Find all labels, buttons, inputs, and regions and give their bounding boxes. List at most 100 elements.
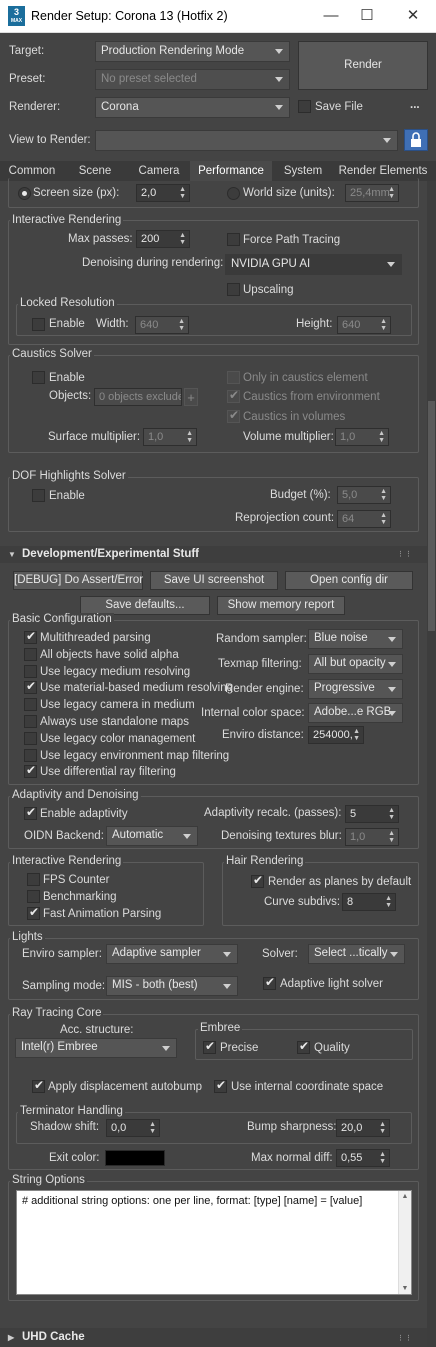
render-engine-dropdown[interactable]: Progressive [308, 679, 403, 699]
enable-adaptivity-checkbox[interactable] [24, 805, 37, 820]
width-spinner[interactable]: 640 ▲ ▼ [135, 316, 189, 334]
upscaling-checkbox[interactable] [227, 283, 240, 296]
height-spinner[interactable]: 640 ▲ ▼ [337, 316, 391, 334]
scrollbar[interactable] [427, 181, 436, 1347]
basic-config-checkbox[interactable] [24, 647, 37, 661]
chevron-down-icon [388, 637, 396, 642]
adaptivity-recalc-label: Adaptivity recalc. (passes): [204, 807, 342, 819]
renderer-label: Renderer: [9, 101, 61, 113]
force-path-tracing-checkbox[interactable] [227, 233, 240, 246]
exit-color-swatch[interactable] [105, 1150, 165, 1166]
basic-config-checkbox[interactable] [24, 664, 37, 678]
caustics-environment-label: Caustics from environment [243, 391, 380, 403]
render-button[interactable]: Render [298, 41, 428, 90]
chevron-down-icon [275, 49, 283, 54]
chevron-down-icon [388, 662, 396, 667]
random-sampler-dropdown[interactable]: Blue noise [308, 629, 403, 649]
renderer-dropdown[interactable]: Corona [95, 97, 290, 118]
adaptive-light-solver-checkbox[interactable] [263, 975, 276, 990]
surface-multiplier-spinner[interactable]: 1,0 ▲ ▼ [143, 428, 197, 446]
screen-size-spinner[interactable]: 2,0 ▲ ▼ [136, 184, 190, 202]
locked-resolution-enable-checkbox[interactable] [32, 318, 45, 331]
sampling-mode-dropdown[interactable]: MIS - both (best) [106, 976, 238, 996]
basic-config-checkbox[interactable] [24, 715, 37, 728]
internal-coord-checkbox[interactable] [214, 1078, 227, 1093]
save-file-checkbox[interactable] [298, 100, 311, 113]
open-config-dir-button[interactable]: Open config dir [285, 571, 413, 590]
fps-counter-checkbox[interactable] [27, 873, 40, 886]
apply-displacement-checkbox[interactable] [32, 1078, 45, 1093]
string-options-textarea[interactable]: # additional string options: one per lin… [16, 1190, 412, 1295]
max-passes-spinner[interactable]: 200 ▲ ▼ [136, 230, 190, 248]
basic-config-checkbox[interactable] [24, 698, 37, 712]
denoising-blur-label: Denoising textures blur: [221, 830, 342, 842]
bump-sharpness-spinner[interactable]: 20,0 ▲ ▼ [336, 1119, 390, 1137]
world-size-spinner[interactable]: 25,4mm ▲ ▼ [345, 184, 399, 202]
show-memory-report-button[interactable]: Show memory report [217, 596, 345, 615]
curve-subdivs-spinner[interactable]: 8 ▲ ▼ [342, 893, 396, 911]
texmap-filtering-dropdown[interactable]: All but opacity [308, 654, 403, 674]
acc-structure-dropdown[interactable]: Intel(r) Embree [15, 1038, 177, 1058]
basic-config-checkbox[interactable] [24, 629, 37, 644]
world-size-radio[interactable] [227, 187, 240, 200]
basic-config-checkbox[interactable] [24, 731, 37, 745]
ray-tracing-core-title: Ray Tracing Core [10, 1007, 104, 1019]
volume-multiplier-spinner[interactable]: 1,0 ▲ ▼ [335, 428, 389, 446]
fast-animation-parsing-checkbox[interactable] [27, 905, 40, 920]
benchmarking-label: Benchmarking [43, 891, 117, 903]
shadow-shift-spinner[interactable]: 0,0 ▲ ▼ [106, 1119, 160, 1137]
enviro-distance-spinner[interactable]: 254000, ▲ ▼ [308, 726, 364, 744]
basic-config-checkbox[interactable] [24, 679, 37, 695]
caustics-volumes-checkbox[interactable] [227, 408, 240, 423]
chevron-down-icon [162, 1046, 170, 1051]
quality-checkbox[interactable] [297, 1039, 310, 1054]
reprojection-count-spinner[interactable]: 64 ▲ ▼ [337, 510, 391, 528]
caustics-environment-checkbox[interactable] [227, 388, 240, 403]
lock-icon[interactable] [404, 129, 428, 151]
target-dropdown[interactable]: Production Rendering Mode [95, 41, 290, 62]
minimize-icon[interactable]: — [316, 5, 346, 27]
dof-enable-checkbox[interactable] [32, 489, 45, 502]
basic-config-checkbox[interactable] [24, 748, 37, 762]
basic-config-label: Multithreaded parsing [40, 632, 151, 644]
objects-excluded-field[interactable]: 0 objects excluded [94, 388, 182, 406]
benchmarking-checkbox[interactable] [27, 890, 40, 903]
development-rollout-header[interactable]: ▼ Development/Experimental Stuff ⋮⋮ [0, 546, 427, 563]
uhd-cache-rollout-header[interactable]: ▶ UHD Cache ⋮⋮ [0, 1328, 427, 1347]
basic-config-checkbox[interactable] [24, 763, 37, 779]
denoising-dropdown[interactable]: NVIDIA GPU AI [225, 254, 402, 275]
terminator-handling-title: Terminator Handling [18, 1105, 125, 1117]
adaptivity-recalc-spinner[interactable]: 5 ▲ ▼ [345, 805, 399, 823]
max-normal-diff-spinner[interactable]: 0,55 ▲ ▼ [336, 1149, 390, 1167]
drag-handle-icon[interactable]: ⋮⋮ [397, 1334, 413, 1342]
preset-dropdown[interactable]: No preset selected [95, 69, 290, 90]
debug-assert-button[interactable]: [DEBUG] Do Assert/Error [13, 571, 143, 590]
basic-config-label: Use legacy environment map filtering [40, 749, 230, 762]
interactive-rendering-dev-title: Interactive Rendering [10, 855, 124, 867]
precise-label: Precise [220, 1042, 259, 1054]
view-to-render-dropdown[interactable] [95, 130, 398, 151]
only-caustics-element-checkbox[interactable] [227, 371, 240, 384]
textarea-scrollbar[interactable]: ▲ ▼ [398, 1191, 411, 1294]
title-bar: 3 MAX Render Setup: Corona 13 (Hotfix 2) … [0, 0, 436, 33]
oidn-backend-dropdown[interactable]: Automatic [106, 826, 198, 846]
scrollbar-thumb[interactable] [428, 401, 435, 631]
caustics-enable-checkbox[interactable] [32, 371, 45, 384]
save-ui-screenshot-button[interactable]: Save UI screenshot [150, 571, 278, 590]
add-objects-button[interactable]: + [184, 388, 198, 406]
development-rollout-title: Development/Experimental Stuff [22, 548, 200, 560]
close-icon[interactable]: ✕ [398, 5, 428, 27]
caustics-volumes-label: Caustics in volumes [243, 411, 346, 423]
budget-spinner[interactable]: 5,0 ▲ ▼ [337, 486, 391, 504]
drag-handle-icon[interactable]: ⋮⋮ [397, 550, 413, 558]
maximize-icon[interactable]: ☐ [352, 5, 382, 27]
screen-size-radio[interactable] [18, 187, 31, 200]
precise-checkbox[interactable] [203, 1039, 216, 1054]
denoising-blur-spinner[interactable]: 1,0 ▲ ▼ [345, 828, 399, 846]
internal-color-space-dropdown[interactable]: Adobe...e RGB [308, 703, 403, 723]
more-options-button[interactable]: ... [410, 99, 420, 111]
enviro-sampler-dropdown[interactable]: Adaptive sampler [106, 944, 238, 964]
chevron-down-icon [388, 687, 396, 692]
solver-dropdown[interactable]: Select ...tically [308, 944, 405, 964]
render-as-planes-checkbox[interactable] [251, 873, 264, 888]
